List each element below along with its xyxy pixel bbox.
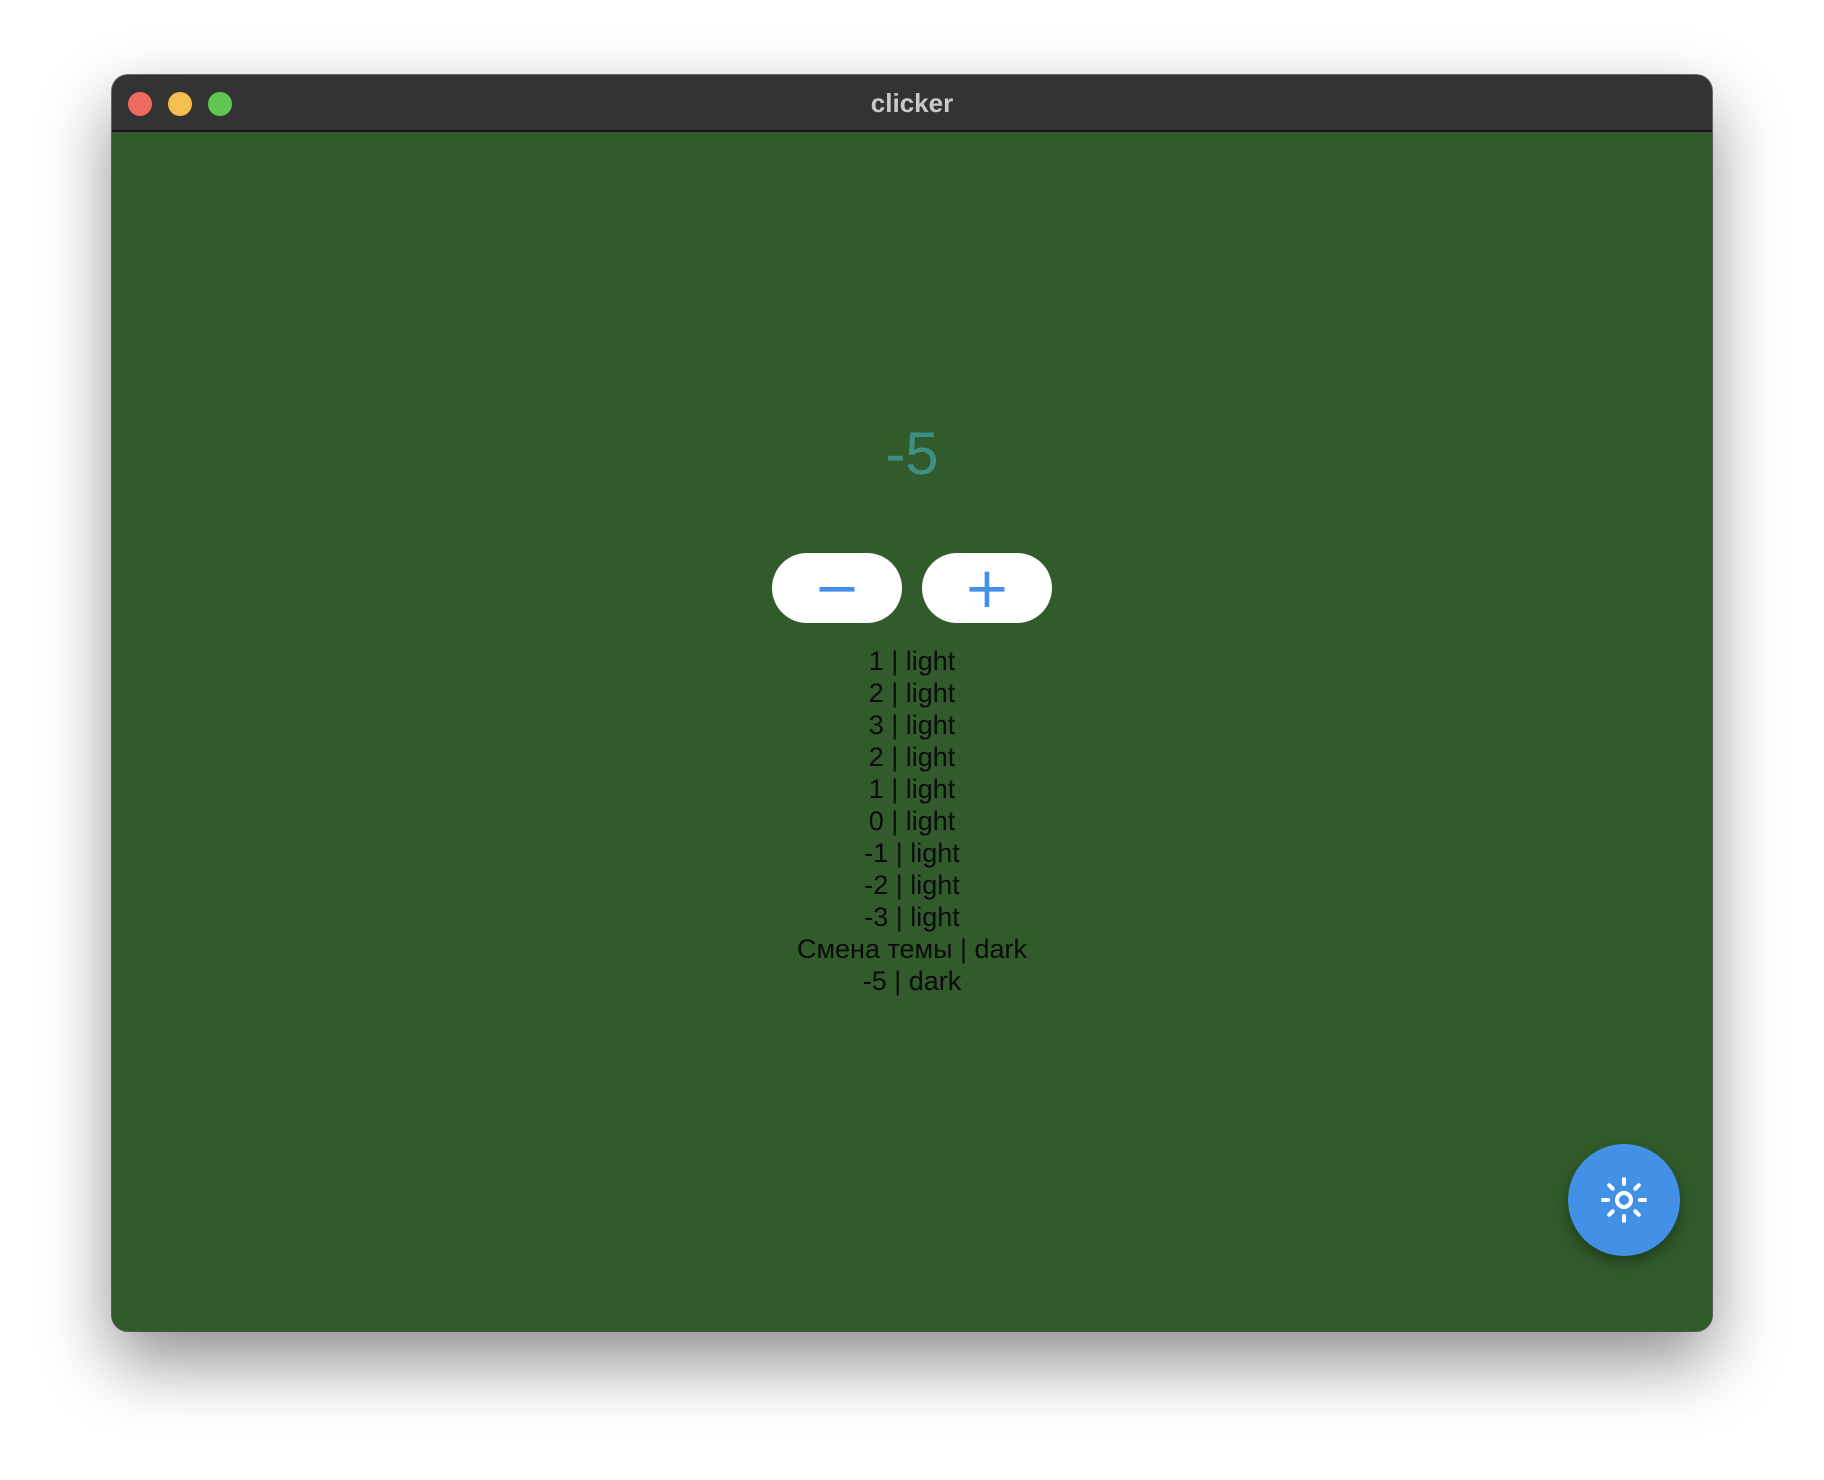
log-entry: -5 | dark: [862, 966, 962, 996]
title-bar[interactable]: clicker: [112, 75, 1712, 132]
main-content: -5 − + 1 | light 2 | light 3 | light 2 |…: [112, 132, 1712, 1331]
decrement-button[interactable]: −: [772, 553, 902, 623]
window-title: clicker: [870, 88, 954, 118]
log-entry: Смена темы | dark: [796, 934, 1028, 964]
log-entry: -3 | light: [864, 902, 960, 932]
log-entry: 0 | light: [868, 806, 956, 836]
log-entry: 2 | light: [868, 678, 956, 708]
app-window: clicker -5 − + 1 | light 2 | light 3 | l…: [112, 75, 1712, 1331]
log-entry: -2 | light: [864, 870, 960, 900]
log-entry: 2 | light: [868, 742, 956, 772]
plus-icon: +: [963, 556, 1011, 621]
sun-icon: [1601, 1177, 1647, 1223]
history-log: 1 | light 2 | light 3 | light 2 | light …: [112, 645, 1712, 997]
log-entry: -1 | light: [864, 838, 960, 868]
log-entry: 1 | light: [868, 646, 956, 676]
increment-button[interactable]: +: [922, 553, 1052, 623]
toggle-theme-button[interactable]: [1568, 1144, 1680, 1256]
counter-value: -5: [885, 420, 939, 487]
log-entry: 1 | light: [868, 774, 956, 804]
minus-icon: −: [813, 556, 861, 621]
log-entry: 3 | light: [868, 710, 956, 740]
